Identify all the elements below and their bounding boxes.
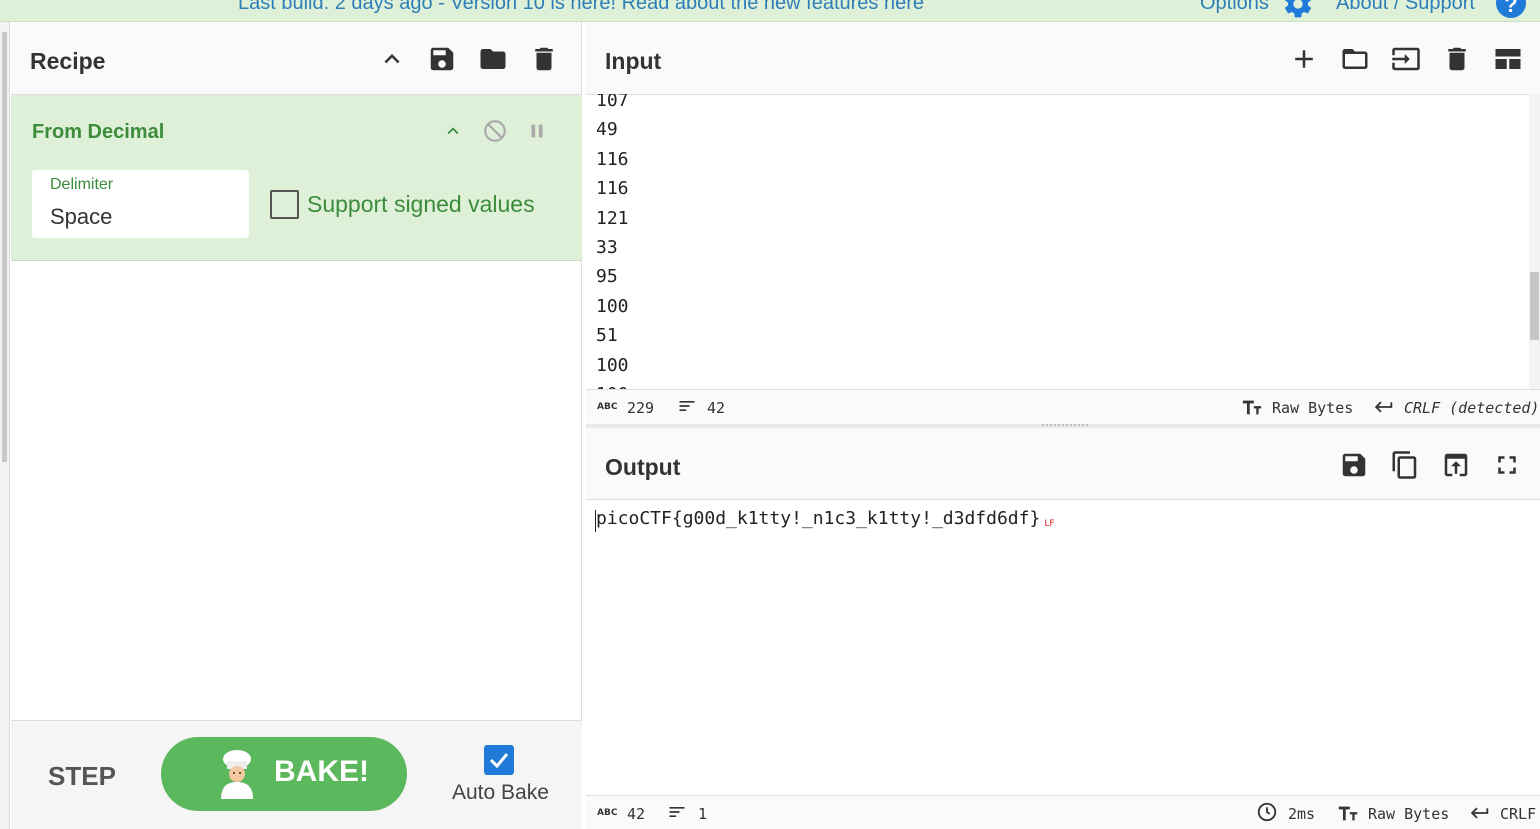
- text-encoding-icon[interactable]: [1337, 802, 1359, 828]
- signed-values-checkbox[interactable]: [270, 190, 299, 219]
- input-scrollbar[interactable]: [1529, 94, 1540, 389]
- signed-values-label[interactable]: Support signed values: [307, 191, 535, 218]
- output-encoding[interactable]: Raw Bytes: [1368, 805, 1449, 823]
- output-title: Output: [605, 454, 681, 480]
- chevron-up-icon[interactable]: [375, 42, 409, 76]
- input-line: 33: [596, 236, 618, 258]
- input-line: 116: [596, 148, 629, 170]
- input-line: 100: [596, 295, 629, 317]
- folder-icon[interactable]: [476, 42, 510, 76]
- gear-icon[interactable]: [1282, 0, 1314, 20]
- input-line: 107: [596, 94, 629, 111]
- recipe-header: Recipe: [11, 22, 581, 95]
- input-line: 121: [596, 207, 629, 229]
- output-value: picoCTF{g00d_k1tty!_n1c3_k1tty!_d3dfd6df…: [596, 508, 1041, 529]
- input-line: 49: [596, 119, 618, 141]
- delimiter-label: Delimiter: [50, 176, 114, 193]
- step-button[interactable]: STEP: [48, 761, 116, 792]
- output-header: Output: [586, 428, 1540, 500]
- input-textarea[interactable]: 107 49 116 116 121 33 95 100 51 100 100: [596, 94, 1516, 389]
- input-char-count: 229: [627, 399, 655, 417]
- rail-scrollbar[interactable]: [2, 32, 7, 462]
- open-folder-icon[interactable]: [1338, 42, 1372, 76]
- layout-icon[interactable]: [1491, 42, 1525, 76]
- banner-text: Last build: 2 days ago - Version 10 is h…: [238, 0, 884, 14]
- bake-button[interactable]: BAKE!: [161, 737, 407, 811]
- options-link[interactable]: Options: [1200, 0, 1269, 15]
- output-panel: Output picoCTF{g00d_k1tty!_n1c3_k1tty!_d…: [586, 428, 1540, 829]
- recipe-panel: Recipe From Decimal Delimiter Space Supp…: [11, 22, 582, 829]
- copy-icon[interactable]: [1388, 448, 1422, 482]
- delimiter-value[interactable]: Space: [50, 204, 112, 230]
- save-icon[interactable]: [1337, 448, 1371, 482]
- text-encoding-icon[interactable]: [1241, 396, 1263, 422]
- input-status-bar: ABC 229 42 Raw Bytes CRLF (detected): [586, 389, 1540, 423]
- bake-label: BAKE!: [274, 755, 369, 788]
- input-scrollbar-thumb[interactable]: [1530, 272, 1539, 340]
- checkbox-icon: [489, 753, 509, 769]
- input-header: Input: [586, 22, 1540, 95]
- operation-name: From Decimal: [32, 121, 165, 143]
- operation-from-decimal[interactable]: From Decimal Delimiter Space Support sig…: [11, 95, 582, 261]
- char-count-icon: ABC: [597, 402, 618, 412]
- output-char-count: 42: [627, 805, 646, 823]
- banner-message: Last build: 2 days ago - Version 10 is h…: [238, 0, 924, 15]
- input-line-count: 42: [707, 399, 726, 417]
- autobake-label[interactable]: Auto Bake: [452, 781, 549, 805]
- help-icon[interactable]: ?: [1496, 0, 1526, 18]
- plus-icon[interactable]: [1287, 42, 1321, 76]
- chef-icon: [221, 750, 253, 799]
- bake-time: 2ms: [1288, 805, 1316, 823]
- disable-icon[interactable]: [481, 117, 509, 145]
- recipe-title: Recipe: [30, 48, 106, 74]
- input-line: 95: [596, 266, 618, 288]
- output-line-count: 1: [698, 805, 708, 823]
- eol-marker: LF: [1044, 519, 1055, 529]
- line-ending-icon[interactable]: [1469, 802, 1491, 828]
- input-encoding[interactable]: Raw Bytes: [1272, 399, 1353, 417]
- input-panel: Input 107 49 116 116 121 33 95 100 51 10…: [586, 22, 1540, 424]
- input-line: 116: [596, 178, 629, 200]
- input-eol[interactable]: CRLF (detected): [1404, 399, 1539, 417]
- about-support-link[interactable]: About / Support: [1336, 0, 1475, 15]
- trash-icon[interactable]: [1440, 42, 1474, 76]
- save-icon[interactable]: [425, 42, 459, 76]
- trash-icon[interactable]: [527, 42, 561, 76]
- input-line: 51: [596, 325, 618, 347]
- line-count-icon: [677, 396, 697, 420]
- import-icon[interactable]: [1389, 42, 1423, 76]
- output-text[interactable]: picoCTF{g00d_k1tty!_n1c3_k1tty!_d3dfd6df…: [596, 508, 1055, 529]
- input-line: 100: [596, 354, 629, 376]
- bake-controls: STEP BAKE! Auto Bake: [11, 720, 582, 829]
- line-count-icon: [667, 802, 687, 826]
- maximize-icon[interactable]: [1490, 448, 1524, 482]
- output-eol[interactable]: CRLF: [1500, 805, 1536, 823]
- output-status-bar: ABC 42 1 2ms Raw Bytes CRLF: [586, 795, 1540, 829]
- collapse-chevron-icon[interactable]: [439, 117, 467, 145]
- line-ending-icon[interactable]: [1373, 396, 1395, 422]
- char-count-icon: ABC: [597, 808, 618, 818]
- banner-link[interactable]: here: [884, 0, 924, 14]
- top-banner: Last build: 2 days ago - Version 10 is h…: [0, 0, 1540, 22]
- input-line: 100: [596, 380, 1516, 389]
- autobake-checkbox[interactable]: [484, 745, 514, 775]
- delimiter-select[interactable]: Delimiter Space: [32, 170, 249, 238]
- input-title: Input: [605, 48, 662, 74]
- pause-icon[interactable]: [523, 117, 551, 145]
- left-resize-rail[interactable]: [0, 22, 10, 829]
- replace-input-icon[interactable]: [1439, 448, 1473, 482]
- clock-icon: [1256, 801, 1278, 827]
